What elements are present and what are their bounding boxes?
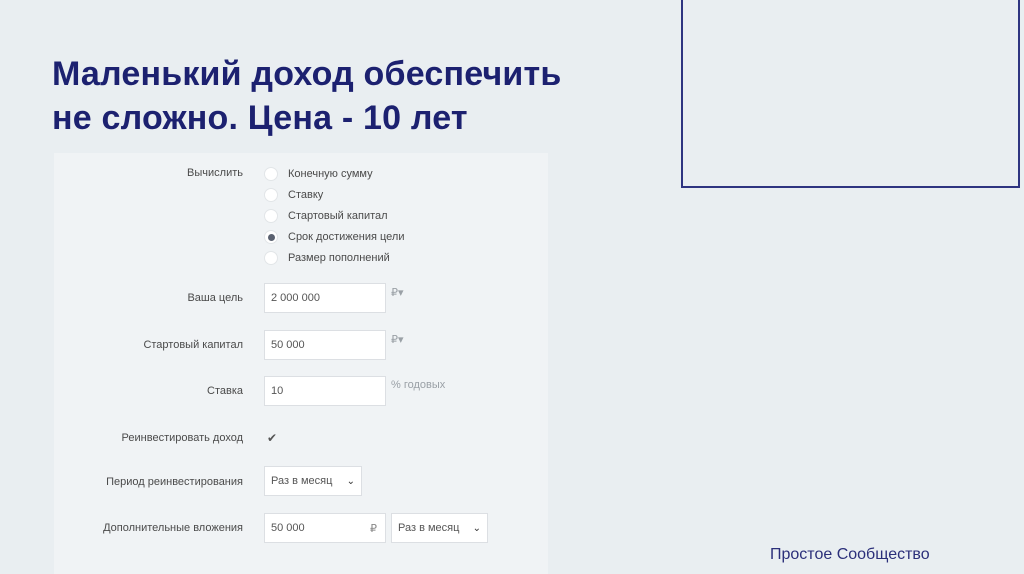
- radio-final-sum[interactable]: Конечную сумму: [264, 165, 373, 183]
- radio-label: Стартовый капитал: [288, 210, 388, 222]
- additional-deposits-input[interactable]: 50 000 ₽: [264, 513, 386, 543]
- chevron-down-icon: ⌄: [472, 522, 481, 534]
- slide-title-line-2: не сложно. Цена - 10 лет: [52, 99, 468, 137]
- chevron-down-icon: ⌄: [346, 475, 355, 487]
- deposit-calculator: Вычислить Конечную сумму Ставку Стартовы…: [54, 153, 548, 574]
- radio-button[interactable]: [264, 188, 278, 202]
- ruble-sign: ₽: [370, 522, 377, 535]
- goal-input[interactable]: 2 000 000: [264, 283, 386, 313]
- reinvest-label: Реинвестировать доход: [121, 432, 243, 444]
- radio-rate[interactable]: Ставку: [264, 186, 323, 204]
- radio-button[interactable]: [264, 251, 278, 265]
- radio-button[interactable]: [264, 167, 278, 181]
- radio-label: Размер пополнений: [288, 252, 390, 264]
- goal-currency-select[interactable]: ₽▾: [391, 286, 404, 299]
- radio-start-capital[interactable]: Стартовый капитал: [264, 207, 388, 225]
- start-capital-label: Стартовый капитал: [143, 339, 243, 351]
- additional-deposits-value: 50 000: [271, 522, 305, 534]
- radio-label: Конечную сумму: [288, 168, 373, 180]
- reinvest-period-label: Период реинвестирования: [106, 476, 243, 488]
- radio-label: Срок достижения цели: [288, 231, 405, 243]
- reinvest-checkbox[interactable]: ✔: [264, 430, 280, 446]
- additional-deposits-period-value: Раз в месяц: [398, 522, 460, 534]
- radio-button[interactable]: [264, 209, 278, 223]
- goal-label: Ваша цель: [187, 292, 243, 304]
- start-capital-input[interactable]: 50 000: [264, 330, 386, 360]
- additional-deposits-label: Дополнительные вложения: [103, 522, 243, 534]
- rate-unit: % годовых: [391, 379, 446, 391]
- slide-title: Маленький доход обеспечить не сложно. Це…: [52, 52, 672, 140]
- rate-input[interactable]: 10: [264, 376, 386, 406]
- footer-brand: Простое Сообщество: [770, 546, 930, 563]
- image-placeholder-frame: [681, 0, 1020, 188]
- reinvest-period-select[interactable]: Раз в месяц ⌄: [264, 466, 362, 496]
- radio-deposit-size[interactable]: Размер пополнений: [264, 249, 390, 267]
- reinvest-period-value: Раз в месяц: [271, 475, 333, 487]
- compute-label: Вычислить: [187, 167, 243, 179]
- additional-deposits-period-select[interactable]: Раз в месяц ⌄: [391, 513, 488, 543]
- radio-button-selected[interactable]: [264, 230, 278, 244]
- rate-label: Ставка: [207, 385, 243, 397]
- slide-title-line-1: Маленький доход обеспечить: [52, 55, 562, 93]
- radio-goal-term[interactable]: Срок достижения цели: [264, 228, 404, 246]
- radio-label: Ставку: [288, 189, 324, 201]
- start-capital-currency-select[interactable]: ₽▾: [391, 333, 404, 346]
